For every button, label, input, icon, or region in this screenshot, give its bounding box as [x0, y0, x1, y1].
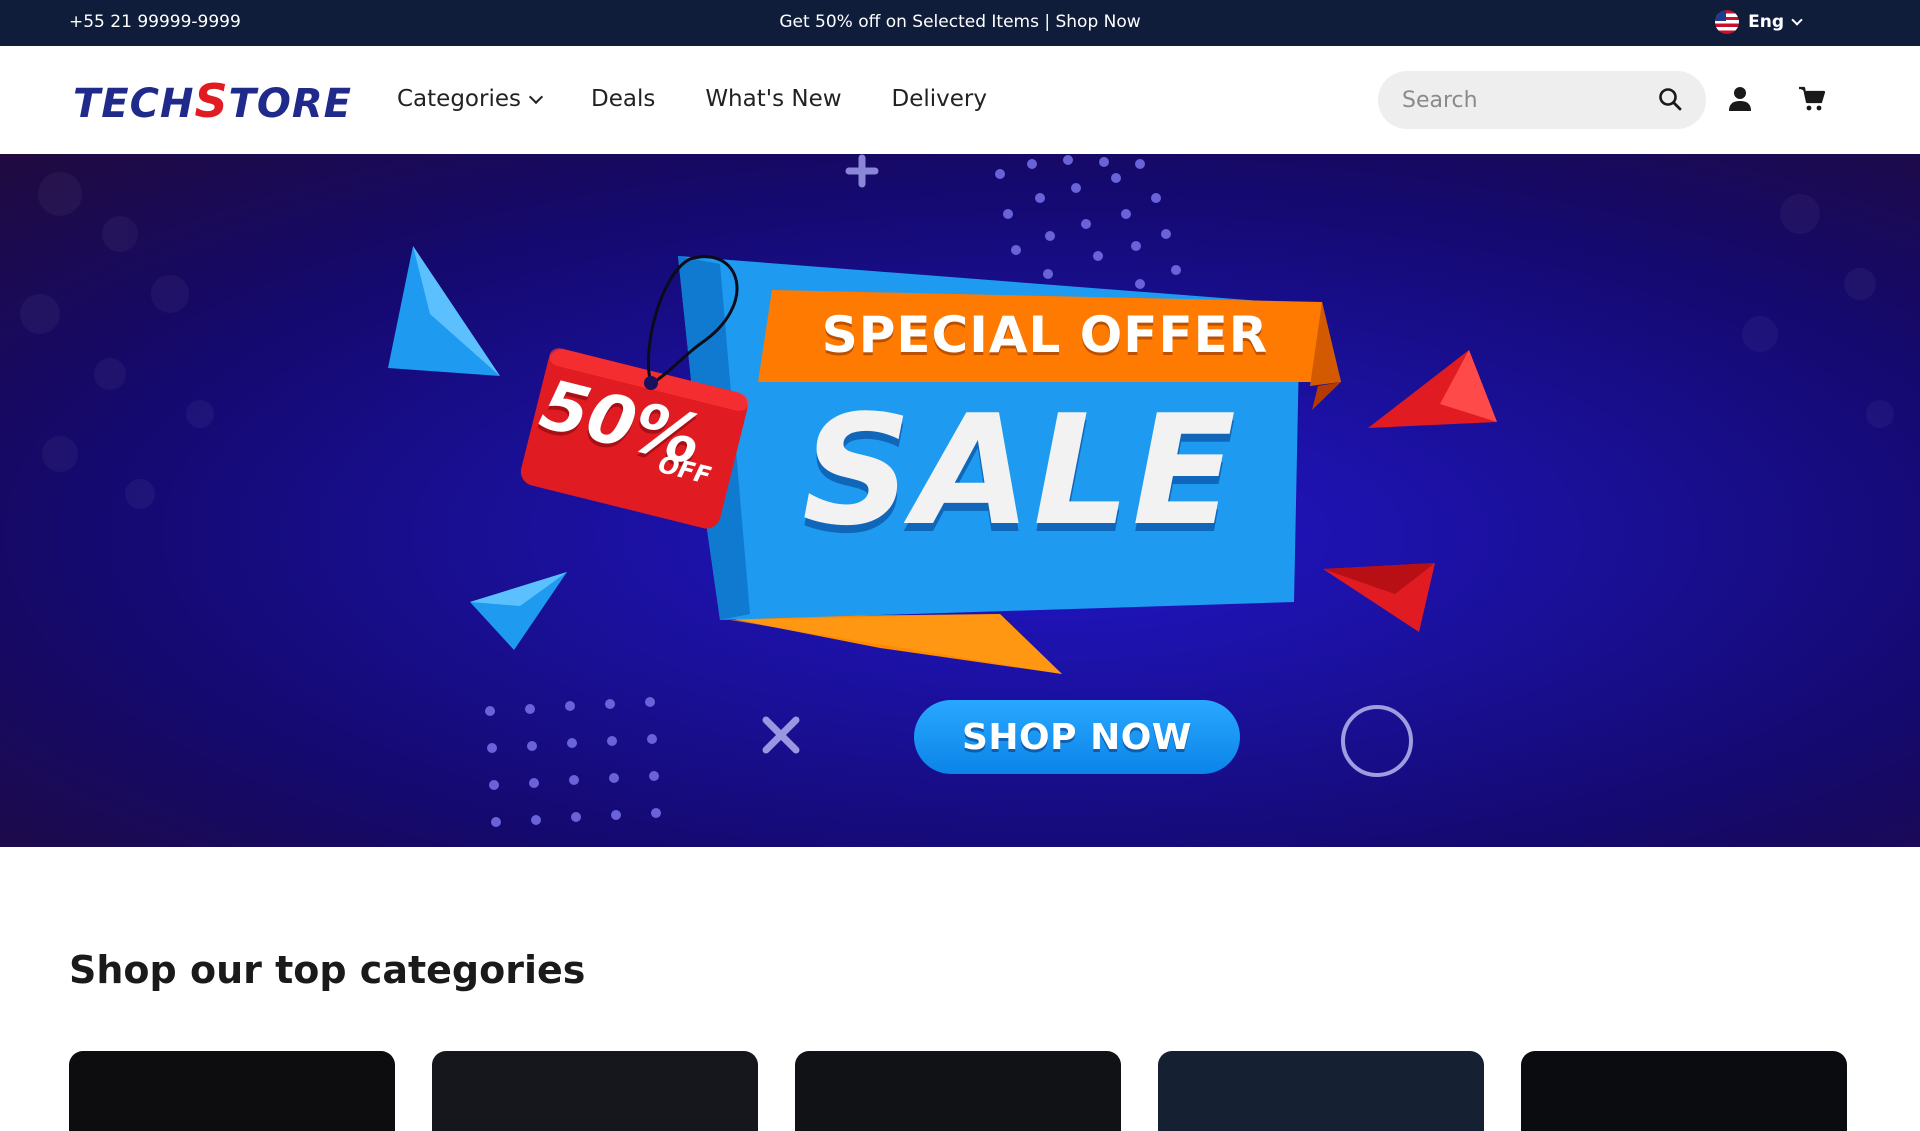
techstore-logo[interactable]: TECHSTORE [73, 74, 352, 128]
user-icon[interactable] [1727, 86, 1753, 112]
category-card[interactable] [69, 1051, 395, 1131]
site-header: TECHSTORE Categories Deals What's New De… [0, 46, 1920, 154]
chevron-down-icon [528, 89, 544, 104]
nav-delivery[interactable]: Delivery [892, 86, 987, 112]
nav-categories-label: Categories [397, 86, 521, 112]
logo-text-tech: TECH [73, 81, 195, 127]
nav-whats-new[interactable]: What's New [705, 86, 841, 112]
category-card[interactable] [795, 1051, 1121, 1131]
language-label: Eng [1748, 12, 1784, 32]
nav-categories[interactable]: Categories [397, 86, 544, 112]
logo-text-tore: TORE [228, 81, 353, 127]
main-nav: Categories Deals What's New Delivery [397, 86, 987, 112]
category-cards-row [69, 1051, 1847, 1131]
category-card[interactable] [432, 1051, 758, 1131]
us-flag-icon [1715, 10, 1740, 34]
shop-now-button[interactable]: SHOP NOW [914, 700, 1240, 774]
language-selector[interactable]: Eng [1715, 10, 1803, 34]
search-bar [1378, 71, 1706, 129]
logo-text-s: S [194, 74, 229, 128]
search-input[interactable] [1378, 87, 1648, 113]
search-icon[interactable] [1658, 87, 1682, 111]
category-card[interactable] [1521, 1051, 1847, 1131]
announcement-bar: +55 21 99999-9999 Get 50% off on Selecte… [0, 0, 1920, 46]
sale-text: SALE [802, 382, 1238, 559]
section-title-top-categories: Shop our top categories [69, 948, 586, 992]
chevron-down-icon [1791, 13, 1803, 26]
special-offer-text: SPECIAL OFFER [821, 306, 1269, 364]
category-card[interactable] [1158, 1051, 1484, 1131]
hero-banner[interactable]: SPECIAL OFFER SALE 50% OFF SHOP NOW [0, 154, 1920, 847]
nav-deals[interactable]: Deals [591, 86, 655, 112]
cart-icon[interactable] [1798, 85, 1826, 113]
promo-link[interactable]: Get 50% off on Selected Items | Shop Now [0, 12, 1920, 32]
